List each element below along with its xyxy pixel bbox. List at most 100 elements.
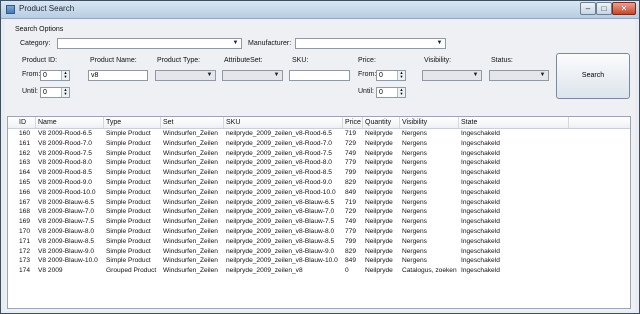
cell-sku: neilpryde_2009_zeilen_v8-Rood-7.0 <box>226 139 332 147</box>
table-row[interactable]: 164 V8 2009-Rood-8.5 Simple Product Windsur… <box>8 168 630 178</box>
search-button[interactable]: Search <box>556 53 630 99</box>
cell-set: Windsurfen_Zeilen <box>163 228 218 235</box>
cell-state: Ingeschakeld <box>461 169 500 177</box>
product-type-combo[interactable]: ▼ <box>155 70 216 81</box>
cell-set: Windsurfen_Zeilen <box>163 267 218 275</box>
column-header-type[interactable]: Type <box>106 119 121 126</box>
table-row[interactable]: 167 V8 2009-Blauw-6.5 Simple Product Windsu… <box>8 198 630 208</box>
cell-quantity: Neilpryde <box>365 247 393 255</box>
cell-state: Ingeschakeld <box>461 188 500 196</box>
product-search-window: Product Search – □ ✕ Search Options Cate… <box>0 0 640 314</box>
cell-set: Windsurfen_Zeilen <box>163 218 218 226</box>
column-header-set[interactable]: Set <box>163 119 174 126</box>
table-row[interactable]: 163 V8 2009-Rood-8.0 Simple Product Windsur… <box>8 158 630 168</box>
cell-sku: neilpryde_2009_zeilen_v8-Rood-7.5 <box>226 149 332 157</box>
category-combo[interactable]: ▼ <box>57 38 242 49</box>
spin-arrows-icon[interactable]: ▲ ▼ <box>61 88 69 97</box>
cell-state: Ingeschakeld <box>461 208 500 216</box>
cell-visibility: Nergens <box>402 149 427 157</box>
attribute-set-combo[interactable]: ▼ <box>222 70 283 81</box>
manufacturer-combo[interactable]: ▼ <box>295 38 446 49</box>
column-header-visibility[interactable]: Visibility <box>402 119 427 126</box>
price-from-stepper[interactable]: 0 ▲ ▼ <box>376 70 406 81</box>
sku-input[interactable] <box>289 70 350 81</box>
cell-type: Simple Product <box>106 149 151 157</box>
visibility-label: Visibility: <box>424 57 452 64</box>
main-panel: Search Options Category: ▼ Manufacturer:… <box>5 19 635 311</box>
chevron-down-icon: ▼ <box>436 40 443 46</box>
column-header-quantity[interactable]: Quantity <box>365 119 391 126</box>
app-icon <box>6 5 15 14</box>
cell-set: Windsurfen_Zeilen <box>163 237 218 245</box>
cell-price: 799 <box>345 169 357 177</box>
table-row[interactable]: 161 V8 2009-Rood-7.0 Simple Product Windsur… <box>8 139 630 149</box>
table-row[interactable]: 165 V8 2009-Rood-9.0 Simple Product Windsur… <box>8 178 630 188</box>
column-header-price[interactable]: Price <box>345 119 361 126</box>
price-until-stepper[interactable]: 0 ▲ ▼ <box>376 87 406 98</box>
cell-name: V8 2009-Rood-10.0 <box>38 188 96 196</box>
cell-quantity: Neilpryde <box>365 169 393 177</box>
cell-visibility: Catalogus, zoeken <box>402 267 457 275</box>
cell-price: 719 <box>345 198 357 206</box>
table-row[interactable]: 166 V8 2009-Rood-10.0 Simple Product Windsu… <box>8 188 630 198</box>
cell-set: Windsurfen_Zeilen <box>163 149 218 157</box>
cell-id: 172 <box>19 247 31 255</box>
results-grid[interactable]: ID Name Type Set SKU Price Quantity Visi… <box>7 116 631 309</box>
cell-price: 829 <box>345 179 357 186</box>
product-id-until-stepper[interactable]: 0 ▲ ▼ <box>40 87 70 98</box>
cell-id: 168 <box>19 208 31 216</box>
cell-visibility: Nergens <box>402 139 427 147</box>
product-id-from-stepper[interactable]: 0 ▲ ▼ <box>40 70 70 81</box>
column-header-name[interactable]: Name <box>38 119 57 126</box>
cell-price: 799 <box>345 237 357 245</box>
cell-name: V8 2009-Rood-7.0 <box>38 139 92 147</box>
status-combo[interactable]: ▼ <box>489 70 549 81</box>
table-row[interactable]: 173 V8 2009-Blauw-10.0 Simple Product Winds… <box>8 256 630 266</box>
table-row[interactable]: 174 V8 2009 Grouped Product Windsurfen_Zeil… <box>8 266 630 276</box>
cell-sku: neilpryde_2009_zeilen_v8-Rood-10.0 <box>226 188 336 196</box>
spin-arrows-icon[interactable]: ▲ ▼ <box>397 88 405 97</box>
search-options-label: Search Options <box>15 26 64 33</box>
minimize-button[interactable]: – <box>580 2 596 15</box>
cell-quantity: Neilpryde <box>365 139 393 147</box>
cell-state: Ingeschakeld <box>461 218 500 226</box>
window-title: Product Search <box>19 4 75 13</box>
cell-sku: neilpryde_2009_zeilen_v8-Blauw-7.5 <box>226 218 335 226</box>
table-row[interactable]: 162 V8 2009-Rood-7.5 Simple Product Windsur… <box>8 149 630 159</box>
status-label: Status: <box>491 57 513 64</box>
chevron-down-icon: ▼ <box>232 40 239 46</box>
spin-arrows-icon[interactable]: ▲ ▼ <box>397 71 405 80</box>
cell-set: Windsurfen_Zeilen <box>163 257 218 265</box>
cell-sku: neilpryde_2009_zeilen_v8-Blauw-7.0 <box>226 208 335 216</box>
column-header-sku[interactable]: SKU <box>226 119 240 126</box>
product-id-from-label: From: <box>22 71 41 78</box>
product-name-input[interactable]: v8 <box>88 70 148 81</box>
cell-type: Simple Product <box>106 208 151 216</box>
cell-sku: neilpryde_2009_zeilen_v8-Rood-9.0 <box>226 179 332 186</box>
table-row[interactable]: 172 V8 2009-Blauw-9.0 Simple Product Windsu… <box>8 247 630 257</box>
cell-quantity: Neilpryde <box>365 179 393 186</box>
table-row[interactable]: 171 V8 2009-Blauw-8.5 Simple Product Windsu… <box>8 237 630 247</box>
column-header-state[interactable]: State <box>461 119 477 126</box>
title-bar[interactable]: Product Search – □ ✕ <box>1 1 639 19</box>
table-row[interactable]: 168 V8 2009-Blauw-7.0 Simple Product Windsu… <box>8 207 630 217</box>
column-header-id[interactable]: ID <box>19 119 26 126</box>
cell-id: 163 <box>19 159 31 167</box>
cell-state: Ingeschakeld <box>461 267 500 275</box>
table-row[interactable]: 169 V8 2009-Blauw-7.5 Simple Product Windsu… <box>8 217 630 227</box>
cell-id: 164 <box>19 169 31 177</box>
cell-state: Ingeschakeld <box>461 237 500 245</box>
cell-sku: neilpryde_2009_zeilen_v8-Blauw-8.0 <box>226 228 335 235</box>
price-from-label: From: <box>358 71 377 78</box>
cell-quantity: Neilpryde <box>365 228 393 235</box>
maximize-button[interactable]: □ <box>596 2 612 15</box>
visibility-combo[interactable]: ▼ <box>422 70 482 81</box>
table-row[interactable]: 160 V8 2009-Rood-6.5 Simple Product Windsur… <box>8 129 630 139</box>
cell-sku: neilpryde_2009_zeilen_v8-Blauw-10.0 <box>226 257 338 265</box>
spin-arrows-icon[interactable]: ▲ ▼ <box>61 71 69 80</box>
cell-set: Windsurfen_Zeilen <box>163 179 218 186</box>
close-button[interactable]: ✕ <box>612 2 636 15</box>
product-id-until-label: Until: <box>22 88 38 95</box>
cell-sku: neilpryde_2009_zeilen_v8-Blauw-6.5 <box>226 198 335 206</box>
table-row[interactable]: 170 V8 2009-Blauw-8.0 Simple Product Windsu… <box>8 227 630 237</box>
